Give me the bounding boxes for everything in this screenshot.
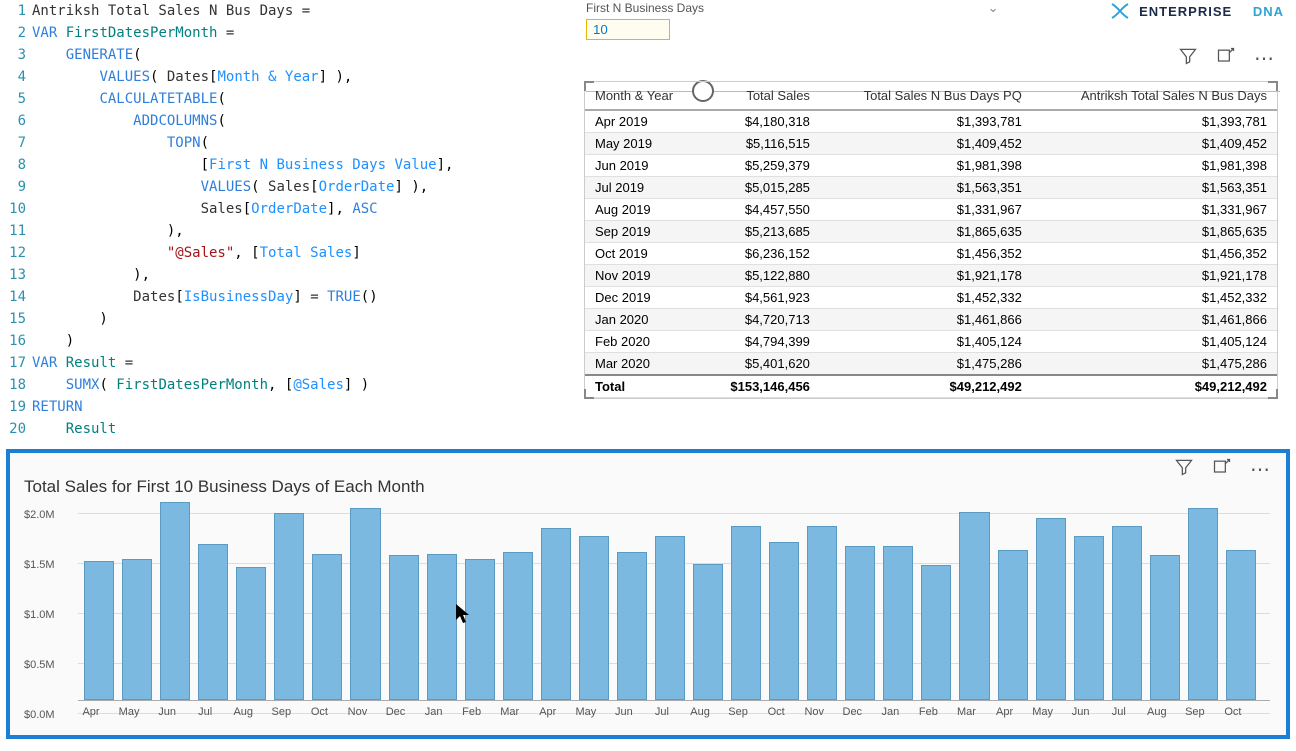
- x-tick-label: May: [571, 706, 601, 718]
- x-tick-label: Oct: [761, 706, 791, 718]
- bar[interactable]: [274, 513, 304, 700]
- bar[interactable]: [1112, 526, 1142, 700]
- x-tick-label: Apr: [533, 706, 563, 718]
- x-tick-label: Mar: [495, 706, 525, 718]
- table-row[interactable]: Dec 2019$4,561,923$1,452,332$1,452,332: [585, 287, 1277, 309]
- x-tick-label: Apr: [76, 706, 106, 718]
- y-tick-label: $0.5M: [24, 659, 55, 671]
- table-row[interactable]: May 2019$5,116,515$1,409,452$1,409,452: [585, 133, 1277, 155]
- table-row[interactable]: Jul 2019$5,015,285$1,563,351$1,563,351: [585, 177, 1277, 199]
- table-row[interactable]: Aug 2019$4,457,550$1,331,967$1,331,967: [585, 199, 1277, 221]
- y-tick-label: $1.5M: [24, 559, 55, 571]
- x-tick-label: Dec: [381, 706, 411, 718]
- bar[interactable]: [427, 554, 457, 700]
- x-tick-label: Jul: [647, 706, 677, 718]
- chart-filter-icon[interactable]: [1174, 457, 1194, 482]
- column-header[interactable]: Month & Year: [585, 82, 702, 110]
- y-tick-label: $2.0M: [24, 509, 55, 521]
- bar[interactable]: [693, 564, 723, 700]
- x-tick-label: Nov: [799, 706, 829, 718]
- bar[interactable]: [465, 559, 495, 700]
- bar[interactable]: [883, 546, 913, 700]
- x-tick-label: Jun: [1066, 706, 1096, 718]
- column-header[interactable]: Total Sales N Bus Days PQ: [820, 82, 1032, 110]
- bar[interactable]: [122, 559, 152, 700]
- x-tick-label: Jul: [1104, 706, 1134, 718]
- chart-title: Total Sales for First 10 Business Days o…: [24, 477, 425, 497]
- bar[interactable]: [921, 565, 951, 700]
- bar[interactable]: [389, 555, 419, 700]
- column-header[interactable]: Antriksh Total Sales N Bus Days: [1032, 82, 1277, 110]
- x-tick-label: Aug: [685, 706, 715, 718]
- data-table[interactable]: Month & YearTotal SalesTotal Sales N Bus…: [584, 81, 1278, 399]
- table-row[interactable]: Sep 2019$5,213,685$1,865,635$1,865,635: [585, 221, 1277, 243]
- bar[interactable]: [236, 567, 266, 700]
- x-tick-label: Sep: [1180, 706, 1210, 718]
- bar[interactable]: [1226, 550, 1256, 700]
- x-tick-label: Sep: [723, 706, 753, 718]
- y-tick-label: $1.0M: [24, 609, 55, 621]
- bar[interactable]: [1074, 536, 1104, 700]
- table-visual-header: ⋯: [580, 44, 1276, 71]
- bar[interactable]: [617, 552, 647, 700]
- x-tick-label: May: [114, 706, 144, 718]
- slicer-dropdown-icon[interactable]: ⌄: [988, 0, 999, 16]
- brand-logo: ENTERPRISE DNA: [1109, 2, 1284, 20]
- bar[interactable]: [198, 544, 228, 700]
- focus-mode-icon[interactable]: [1216, 46, 1236, 71]
- bar[interactable]: [769, 542, 799, 700]
- chart-more-icon[interactable]: ⋯: [1250, 457, 1272, 482]
- slicer-label: First N Business Days: [586, 1, 704, 15]
- slicer-input[interactable]: [586, 19, 670, 40]
- y-tick-label: $0.0M: [24, 709, 55, 721]
- x-tick-label: Jun: [152, 706, 182, 718]
- bar[interactable]: [350, 508, 380, 700]
- table-row[interactable]: Jun 2019$5,259,379$1,981,398$1,981,398: [585, 155, 1277, 177]
- column-header[interactable]: Total Sales: [702, 82, 820, 110]
- x-tick-label: Jun: [609, 706, 639, 718]
- table-row[interactable]: Feb 2020$4,794,399$1,405,124$1,405,124: [585, 331, 1277, 353]
- bar[interactable]: [1036, 518, 1066, 700]
- x-tick-label: May: [1028, 706, 1058, 718]
- chart-plot-area: Apr May Jun Jul Aug Sep Oct Nov Dec Jan Feb Mar Apr M…: [20, 501, 1276, 733]
- x-tick-label: Jul: [190, 706, 220, 718]
- bar[interactable]: [541, 528, 571, 700]
- x-tick-label: Nov: [342, 706, 372, 718]
- bar[interactable]: [959, 512, 989, 700]
- x-tick-label: Jan: [875, 706, 905, 718]
- x-tick-label: Feb: [457, 706, 487, 718]
- x-tick-label: Oct: [304, 706, 334, 718]
- x-tick-label: Aug: [1142, 706, 1172, 718]
- more-options-icon[interactable]: ⋯: [1254, 46, 1276, 71]
- x-tick-label: Feb: [913, 706, 943, 718]
- x-tick-label: Apr: [990, 706, 1020, 718]
- filter-icon[interactable]: [1178, 46, 1198, 71]
- bar[interactable]: [655, 536, 685, 700]
- bar[interactable]: [998, 550, 1028, 700]
- bar[interactable]: [312, 554, 342, 700]
- x-tick-label: Oct: [1218, 706, 1248, 718]
- bar[interactable]: [160, 502, 190, 700]
- x-tick-label: Aug: [228, 706, 258, 718]
- table-row[interactable]: Jan 2020$4,720,713$1,461,866$1,461,866: [585, 309, 1277, 331]
- bar[interactable]: [807, 526, 837, 700]
- bar-chart-visual[interactable]: ⋯ Total Sales for First 10 Business Days…: [6, 449, 1290, 739]
- bar[interactable]: [731, 526, 761, 700]
- bar[interactable]: [1150, 555, 1180, 700]
- x-tick-label: Dec: [837, 706, 867, 718]
- bar[interactable]: [845, 546, 875, 700]
- bar[interactable]: [579, 536, 609, 700]
- table-row[interactable]: Oct 2019$6,236,152$1,456,352$1,456,352: [585, 243, 1277, 265]
- table-row[interactable]: Apr 2019$4,180,318$1,393,781$1,393,781: [585, 110, 1277, 133]
- bar[interactable]: [1188, 508, 1218, 700]
- chart-focus-icon[interactable]: [1212, 457, 1232, 482]
- dax-editor[interactable]: 1Antriksh Total Sales N Bus Days =2VAR F…: [0, 0, 580, 445]
- bar[interactable]: [503, 552, 533, 700]
- x-tick-label: Mar: [951, 706, 981, 718]
- x-tick-label: Sep: [266, 706, 296, 718]
- table-row[interactable]: Mar 2020$5,401,620$1,475,286$1,475,286: [585, 353, 1277, 376]
- bar[interactable]: [84, 561, 114, 700]
- x-tick-label: Jan: [419, 706, 449, 718]
- table-row[interactable]: Nov 2019$5,122,880$1,921,178$1,921,178: [585, 265, 1277, 287]
